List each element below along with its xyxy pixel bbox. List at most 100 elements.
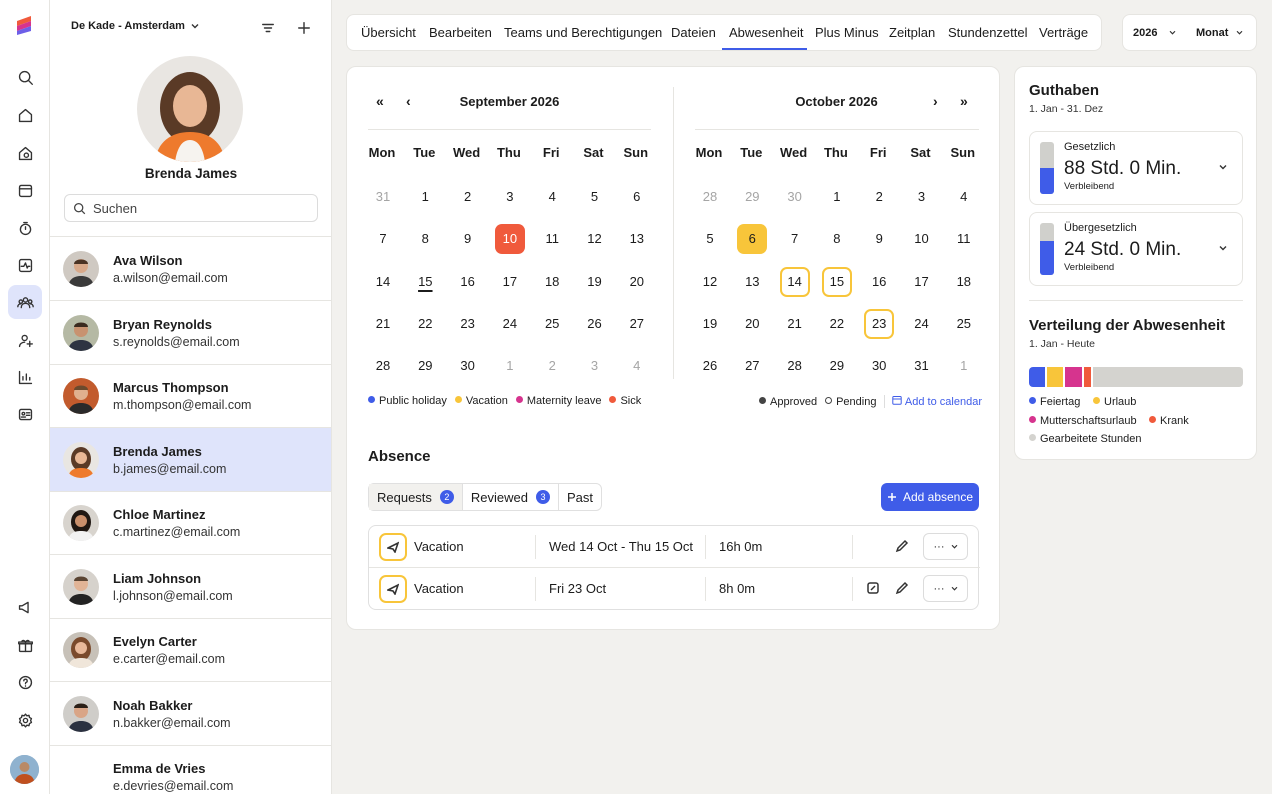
calendar-day[interactable]: 30: [864, 351, 894, 381]
tab-timesheets[interactable]: Stundenzettel: [948, 25, 1028, 40]
add-user-icon[interactable]: [8, 323, 42, 357]
calendar-day[interactable]: 16: [453, 267, 483, 297]
timer-icon[interactable]: [8, 211, 42, 245]
calendar-day[interactable]: 21: [368, 309, 398, 339]
calendar-day[interactable]: 30: [780, 182, 810, 212]
calendar-day[interactable]: 20: [737, 309, 767, 339]
calendar-day[interactable]: 30: [453, 351, 483, 381]
tab-edit[interactable]: Bearbeiten: [429, 25, 492, 40]
calendar-day[interactable]: 19: [580, 267, 610, 297]
calendar-day[interactable]: 18: [537, 267, 567, 297]
calendar-day[interactable]: 9: [864, 224, 894, 254]
calendar-day[interactable]: 29: [822, 351, 852, 381]
calendar-day[interactable]: 15: [410, 267, 440, 297]
view-select[interactable]: Monat: [1196, 27, 1228, 39]
calendar-day[interactable]: 4: [622, 351, 652, 381]
calendar-day[interactable]: 28: [368, 351, 398, 381]
calendar-day[interactable]: 24: [495, 309, 525, 339]
table-row[interactable]: Vacation Fri 23 Oct 8h 0m ···: [369, 568, 980, 610]
calendar-day[interactable]: 15: [821, 266, 852, 297]
add-to-calendar-link[interactable]: Add to calendar: [884, 395, 982, 408]
calendar-day[interactable]: 13: [737, 267, 767, 297]
calendar-day[interactable]: 10: [907, 224, 937, 254]
filter-icon[interactable]: [258, 18, 278, 38]
person-row[interactable]: Noah Bakker n.bakker@email.com: [50, 682, 331, 746]
calendar-day[interactable]: 29: [737, 182, 767, 212]
person-row[interactable]: Emma de Vries e.devries@email.com: [50, 745, 331, 794]
calendar-day[interactable]: 27: [737, 351, 767, 381]
prev-year-button[interactable]: «: [376, 93, 384, 109]
calendar-day[interactable]: 25: [537, 309, 567, 339]
calendar-day[interactable]: 14: [779, 266, 810, 297]
more-actions-button[interactable]: ···: [923, 533, 968, 560]
note-icon[interactable]: [866, 581, 880, 595]
calendar-day[interactable]: 4: [949, 182, 979, 212]
prev-month-button[interactable]: ‹: [406, 93, 411, 109]
calendar-day[interactable]: 14: [368, 267, 398, 297]
gift-icon[interactable]: [8, 628, 42, 662]
calendar-day[interactable]: 7: [780, 224, 810, 254]
calendar-day[interactable]: 3: [580, 351, 610, 381]
team-icon[interactable]: [8, 285, 42, 319]
calendar-day[interactable]: 20: [622, 267, 652, 297]
announcement-icon[interactable]: [8, 590, 42, 624]
calendar-day[interactable]: 27: [622, 309, 652, 339]
calendar-day[interactable]: 2: [864, 182, 894, 212]
calendar-day[interactable]: 29: [410, 351, 440, 381]
location-selector[interactable]: De Kade - Amsterdam: [71, 20, 199, 32]
tab-teams-permissions[interactable]: Teams und Berechtigungen: [504, 25, 662, 40]
settings-icon[interactable]: [8, 703, 42, 737]
tab-absence[interactable]: Abwesenheit: [729, 25, 803, 40]
edit-icon[interactable]: [895, 581, 909, 595]
calendar-day[interactable]: 23: [453, 309, 483, 339]
calendar-day[interactable]: 28: [780, 351, 810, 381]
calendar-day[interactable]: 16: [864, 267, 894, 297]
current-user-avatar[interactable]: [10, 755, 39, 784]
person-row[interactable]: Evelyn Carter e.carter@email.com: [50, 618, 331, 682]
activity-icon[interactable]: [8, 248, 42, 282]
calendar-day[interactable]: 9: [453, 224, 483, 254]
calendar-day[interactable]: 8: [410, 224, 440, 254]
search-input[interactable]: [93, 200, 303, 216]
year-select[interactable]: 2026: [1133, 27, 1157, 39]
search-icon[interactable]: [8, 60, 42, 94]
home-icon[interactable]: [8, 98, 42, 132]
calendar-day[interactable]: 8: [822, 224, 852, 254]
calendar-icon[interactable]: [8, 173, 42, 207]
person-row[interactable]: Chloe Martinez c.martinez@email.com: [50, 491, 331, 555]
reports-icon[interactable]: [8, 360, 42, 394]
table-row[interactable]: Vacation Wed 14 Oct - Thu 15 Oct 16h 0m …: [369, 526, 980, 568]
person-row[interactable]: Ava Wilson a.wilson@email.com: [50, 237, 331, 301]
calendar-day[interactable]: 4: [537, 182, 567, 212]
edit-icon[interactable]: [895, 539, 909, 553]
more-actions-button[interactable]: ···: [923, 575, 968, 602]
calendar-day[interactable]: 26: [695, 351, 725, 381]
calendar-day[interactable]: 12: [695, 267, 725, 297]
person-row[interactable]: Marcus Thompson m.thompson@email.com: [50, 364, 331, 428]
calendar-day[interactable]: 3: [907, 182, 937, 212]
calendar-day[interactable]: 22: [410, 309, 440, 339]
calendar-day[interactable]: 2: [453, 182, 483, 212]
tab-schedule[interactable]: Zeitplan: [889, 25, 935, 40]
calendar-day[interactable]: 28: [695, 182, 725, 212]
tab-plus-minus[interactable]: Plus Minus: [815, 25, 879, 40]
person-row[interactable]: Liam Johnson l.johnson@email.com: [50, 555, 331, 619]
calendar-day[interactable]: 5: [580, 182, 610, 212]
calendar-day[interactable]: 21: [780, 309, 810, 339]
calendar-day[interactable]: 19: [695, 309, 725, 339]
calendar-day[interactable]: 25: [949, 309, 979, 339]
calendar-day[interactable]: 13: [622, 224, 652, 254]
tab-files[interactable]: Dateien: [671, 25, 716, 40]
calendar-day[interactable]: 26: [580, 309, 610, 339]
calendar-day[interactable]: 17: [907, 267, 937, 297]
calendar-day[interactable]: 6: [622, 182, 652, 212]
calendar-day[interactable]: 1: [949, 351, 979, 381]
search-box[interactable]: [64, 194, 318, 222]
add-absence-button[interactable]: Add absence: [881, 483, 979, 511]
tab-reviewed[interactable]: Reviewed 3: [463, 484, 560, 510]
next-year-button[interactable]: »: [960, 93, 968, 109]
calendar-day[interactable]: 2: [537, 351, 567, 381]
tab-overview[interactable]: Übersicht: [361, 25, 416, 40]
calendar-day[interactable]: 31: [907, 351, 937, 381]
calendar-day[interactable]: 11: [537, 224, 567, 254]
